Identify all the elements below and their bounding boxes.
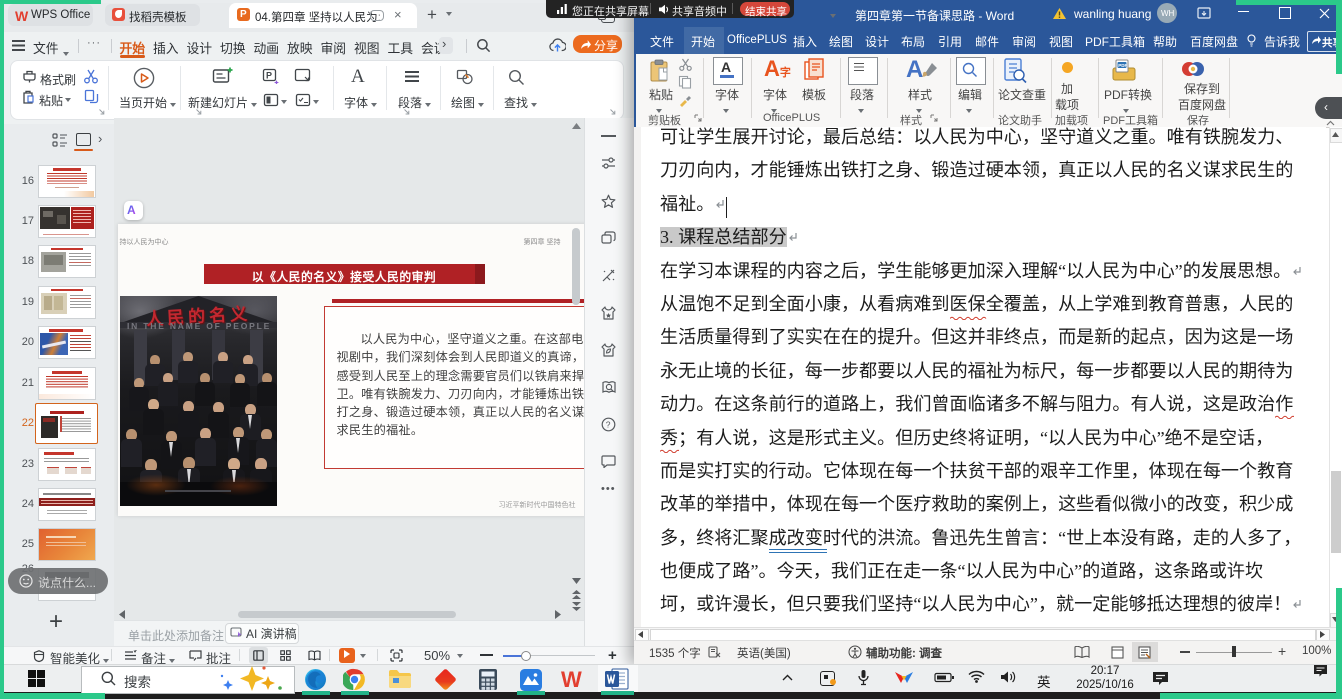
svg-text:?: ?	[606, 420, 611, 430]
svg-text:P: P	[266, 71, 272, 81]
svg-text:PDF: PDF	[1118, 63, 1127, 68]
